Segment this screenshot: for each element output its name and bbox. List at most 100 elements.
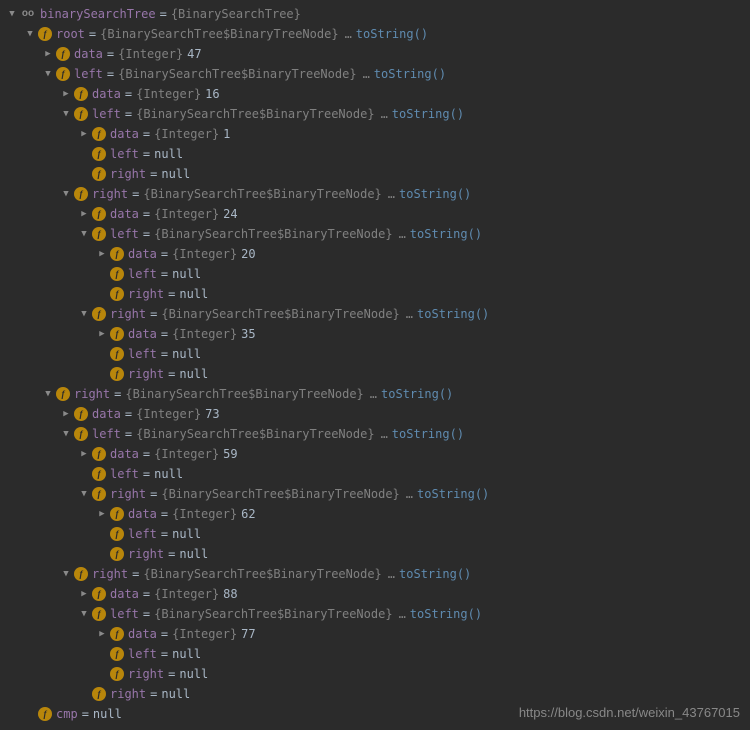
equals: = (164, 664, 179, 684)
tree-row[interactable]: ▼ f left = {BinarySearchTree$BinaryTreeN… (6, 64, 750, 84)
type-label: {BinarySearchTree$BinaryTreeNode} (136, 104, 374, 124)
tree-row[interactable]: ▼ f right = {BinarySearchTree$BinaryTree… (6, 384, 750, 404)
tree-row[interactable]: f right = null (6, 364, 750, 384)
chevron-right-icon[interactable]: ▶ (42, 44, 54, 64)
tree-row[interactable]: f right = null (6, 684, 750, 704)
tree-row[interactable]: ▼ f right = {BinarySearchTree$BinaryTree… (6, 564, 750, 584)
tree-row[interactable]: ▼ f right = {BinarySearchTree$BinaryTree… (6, 304, 750, 324)
tree-row[interactable]: f left = null (6, 644, 750, 664)
tostring-link[interactable]: toString() (392, 104, 464, 124)
chevron-right-icon[interactable]: ▶ (96, 504, 108, 524)
field-icon: f (38, 707, 52, 721)
chevron-right-icon[interactable]: ▶ (96, 624, 108, 644)
tree-row[interactable]: ▼ f left = {BinarySearchTree$BinaryTreeN… (6, 604, 750, 624)
chevron-right-icon[interactable]: ▶ (60, 84, 72, 104)
tree-row[interactable]: f right = null (6, 164, 750, 184)
tree-row[interactable]: ▼ oo binarySearchTree = {BinarySearchTre… (6, 4, 750, 24)
tree-row[interactable]: ▶ f data = {Integer} 73 (6, 404, 750, 424)
chevron-right-icon[interactable]: ▶ (96, 324, 108, 344)
tree-row[interactable]: ▶ f data = {Integer} 20 (6, 244, 750, 264)
chevron-down-icon[interactable]: ▼ (42, 384, 54, 404)
chevron-right-icon[interactable]: ▶ (60, 404, 72, 424)
tostring-link[interactable]: toString() (392, 424, 464, 444)
tree-row[interactable]: ▼ f right = {BinarySearchTree$BinaryTree… (6, 484, 750, 504)
chevron-down-icon[interactable]: ▼ (78, 604, 90, 624)
tree-row[interactable]: ▶ f data = {Integer} 77 (6, 624, 750, 644)
equals: = (139, 604, 154, 624)
tostring-link[interactable]: toString() (374, 64, 446, 84)
value: null (154, 464, 183, 484)
chevron-down-icon[interactable]: ▼ (6, 4, 18, 24)
field-icon: f (92, 307, 106, 321)
tree-row[interactable]: f left = null (6, 464, 750, 484)
equals: = (78, 704, 93, 724)
chevron-right-icon[interactable]: ▶ (78, 444, 90, 464)
tree-row[interactable]: f right = null (6, 664, 750, 684)
equals: = (157, 324, 172, 344)
field-icon: f (92, 207, 106, 221)
tree-row[interactable]: ▶ f data = {Integer} 24 (6, 204, 750, 224)
chevron-down-icon[interactable]: ▼ (60, 184, 72, 204)
tree-row[interactable]: ▶ f data = {Integer} 1 (6, 124, 750, 144)
chevron-down-icon[interactable]: ▼ (60, 104, 72, 124)
tree-row[interactable]: f left = null (6, 264, 750, 284)
value: null (172, 644, 201, 664)
chevron-right-icon[interactable]: ▶ (78, 204, 90, 224)
chevron-down-icon[interactable]: ▼ (78, 224, 90, 244)
chevron-down-icon[interactable]: ▼ (60, 424, 72, 444)
type-label: {BinarySearchTree$BinaryTreeNode} (143, 184, 381, 204)
var-name: left (110, 224, 139, 244)
chevron-right-icon[interactable]: ▶ (78, 124, 90, 144)
field-icon: f (110, 347, 124, 361)
tree-row[interactable]: ▼ f right = {BinarySearchTree$BinaryTree… (6, 184, 750, 204)
tree-row[interactable]: f right = null (6, 284, 750, 304)
field-icon: f (92, 127, 106, 141)
value: 47 (183, 44, 201, 64)
tostring-link[interactable]: toString() (417, 304, 489, 324)
chevron-down-icon[interactable]: ▼ (42, 64, 54, 84)
tree-row[interactable]: ▶ f data = {Integer} 47 (6, 44, 750, 64)
tostring-link[interactable]: toString() (410, 224, 482, 244)
chevron-right-icon[interactable]: ▶ (78, 584, 90, 604)
tree-row[interactable]: ▼ f left = {BinarySearchTree$BinaryTreeN… (6, 424, 750, 444)
var-name: data (74, 44, 103, 64)
equals: = (157, 504, 172, 524)
tostring-link[interactable]: toString() (410, 604, 482, 624)
tostring-link[interactable]: toString() (399, 564, 471, 584)
equals: = (103, 44, 118, 64)
value: null (172, 344, 201, 364)
tostring-link[interactable]: toString() (381, 384, 453, 404)
ellipsis: … (400, 304, 417, 324)
tree-row[interactable]: ▼ f left = {BinarySearchTree$BinaryTreeN… (6, 224, 750, 244)
equals: = (139, 464, 154, 484)
tree-row[interactable]: f right = null (6, 544, 750, 564)
chevron-right-icon[interactable]: ▶ (96, 244, 108, 264)
chevron-down-icon[interactable]: ▼ (24, 24, 36, 44)
chevron-down-icon[interactable]: ▼ (78, 484, 90, 504)
chevron-down-icon[interactable]: ▼ (78, 304, 90, 324)
field-icon: f (110, 507, 124, 521)
tree-row[interactable]: ▶ f data = {Integer} 59 (6, 444, 750, 464)
field-icon: f (110, 247, 124, 261)
tree-row[interactable]: f left = null (6, 344, 750, 364)
var-name: left (92, 424, 121, 444)
value: 1 (219, 124, 230, 144)
field-icon: f (92, 447, 106, 461)
var-name: cmp (56, 704, 78, 724)
tree-row[interactable]: ▶ f data = {Integer} 62 (6, 504, 750, 524)
tree-row[interactable]: ▼ f left = {BinarySearchTree$BinaryTreeN… (6, 104, 750, 124)
tostring-link[interactable]: toString() (356, 24, 428, 44)
tree-row[interactable]: f left = null (6, 144, 750, 164)
tree-row[interactable]: ▶ f data = {Integer} 35 (6, 324, 750, 344)
var-name: data (128, 244, 157, 264)
type-label: {Integer} (172, 244, 237, 264)
tree-row[interactable]: f left = null (6, 524, 750, 544)
chevron-down-icon[interactable]: ▼ (60, 564, 72, 584)
equals: = (146, 164, 161, 184)
field-icon: f (110, 367, 124, 381)
tostring-link[interactable]: toString() (417, 484, 489, 504)
tree-row[interactable]: ▶ f data = {Integer} 88 (6, 584, 750, 604)
tree-row[interactable]: ▶ f data = {Integer} 16 (6, 84, 750, 104)
tree-row[interactable]: ▼ f root = {BinarySearchTree$BinaryTreeN… (6, 24, 750, 44)
tostring-link[interactable]: toString() (399, 184, 471, 204)
